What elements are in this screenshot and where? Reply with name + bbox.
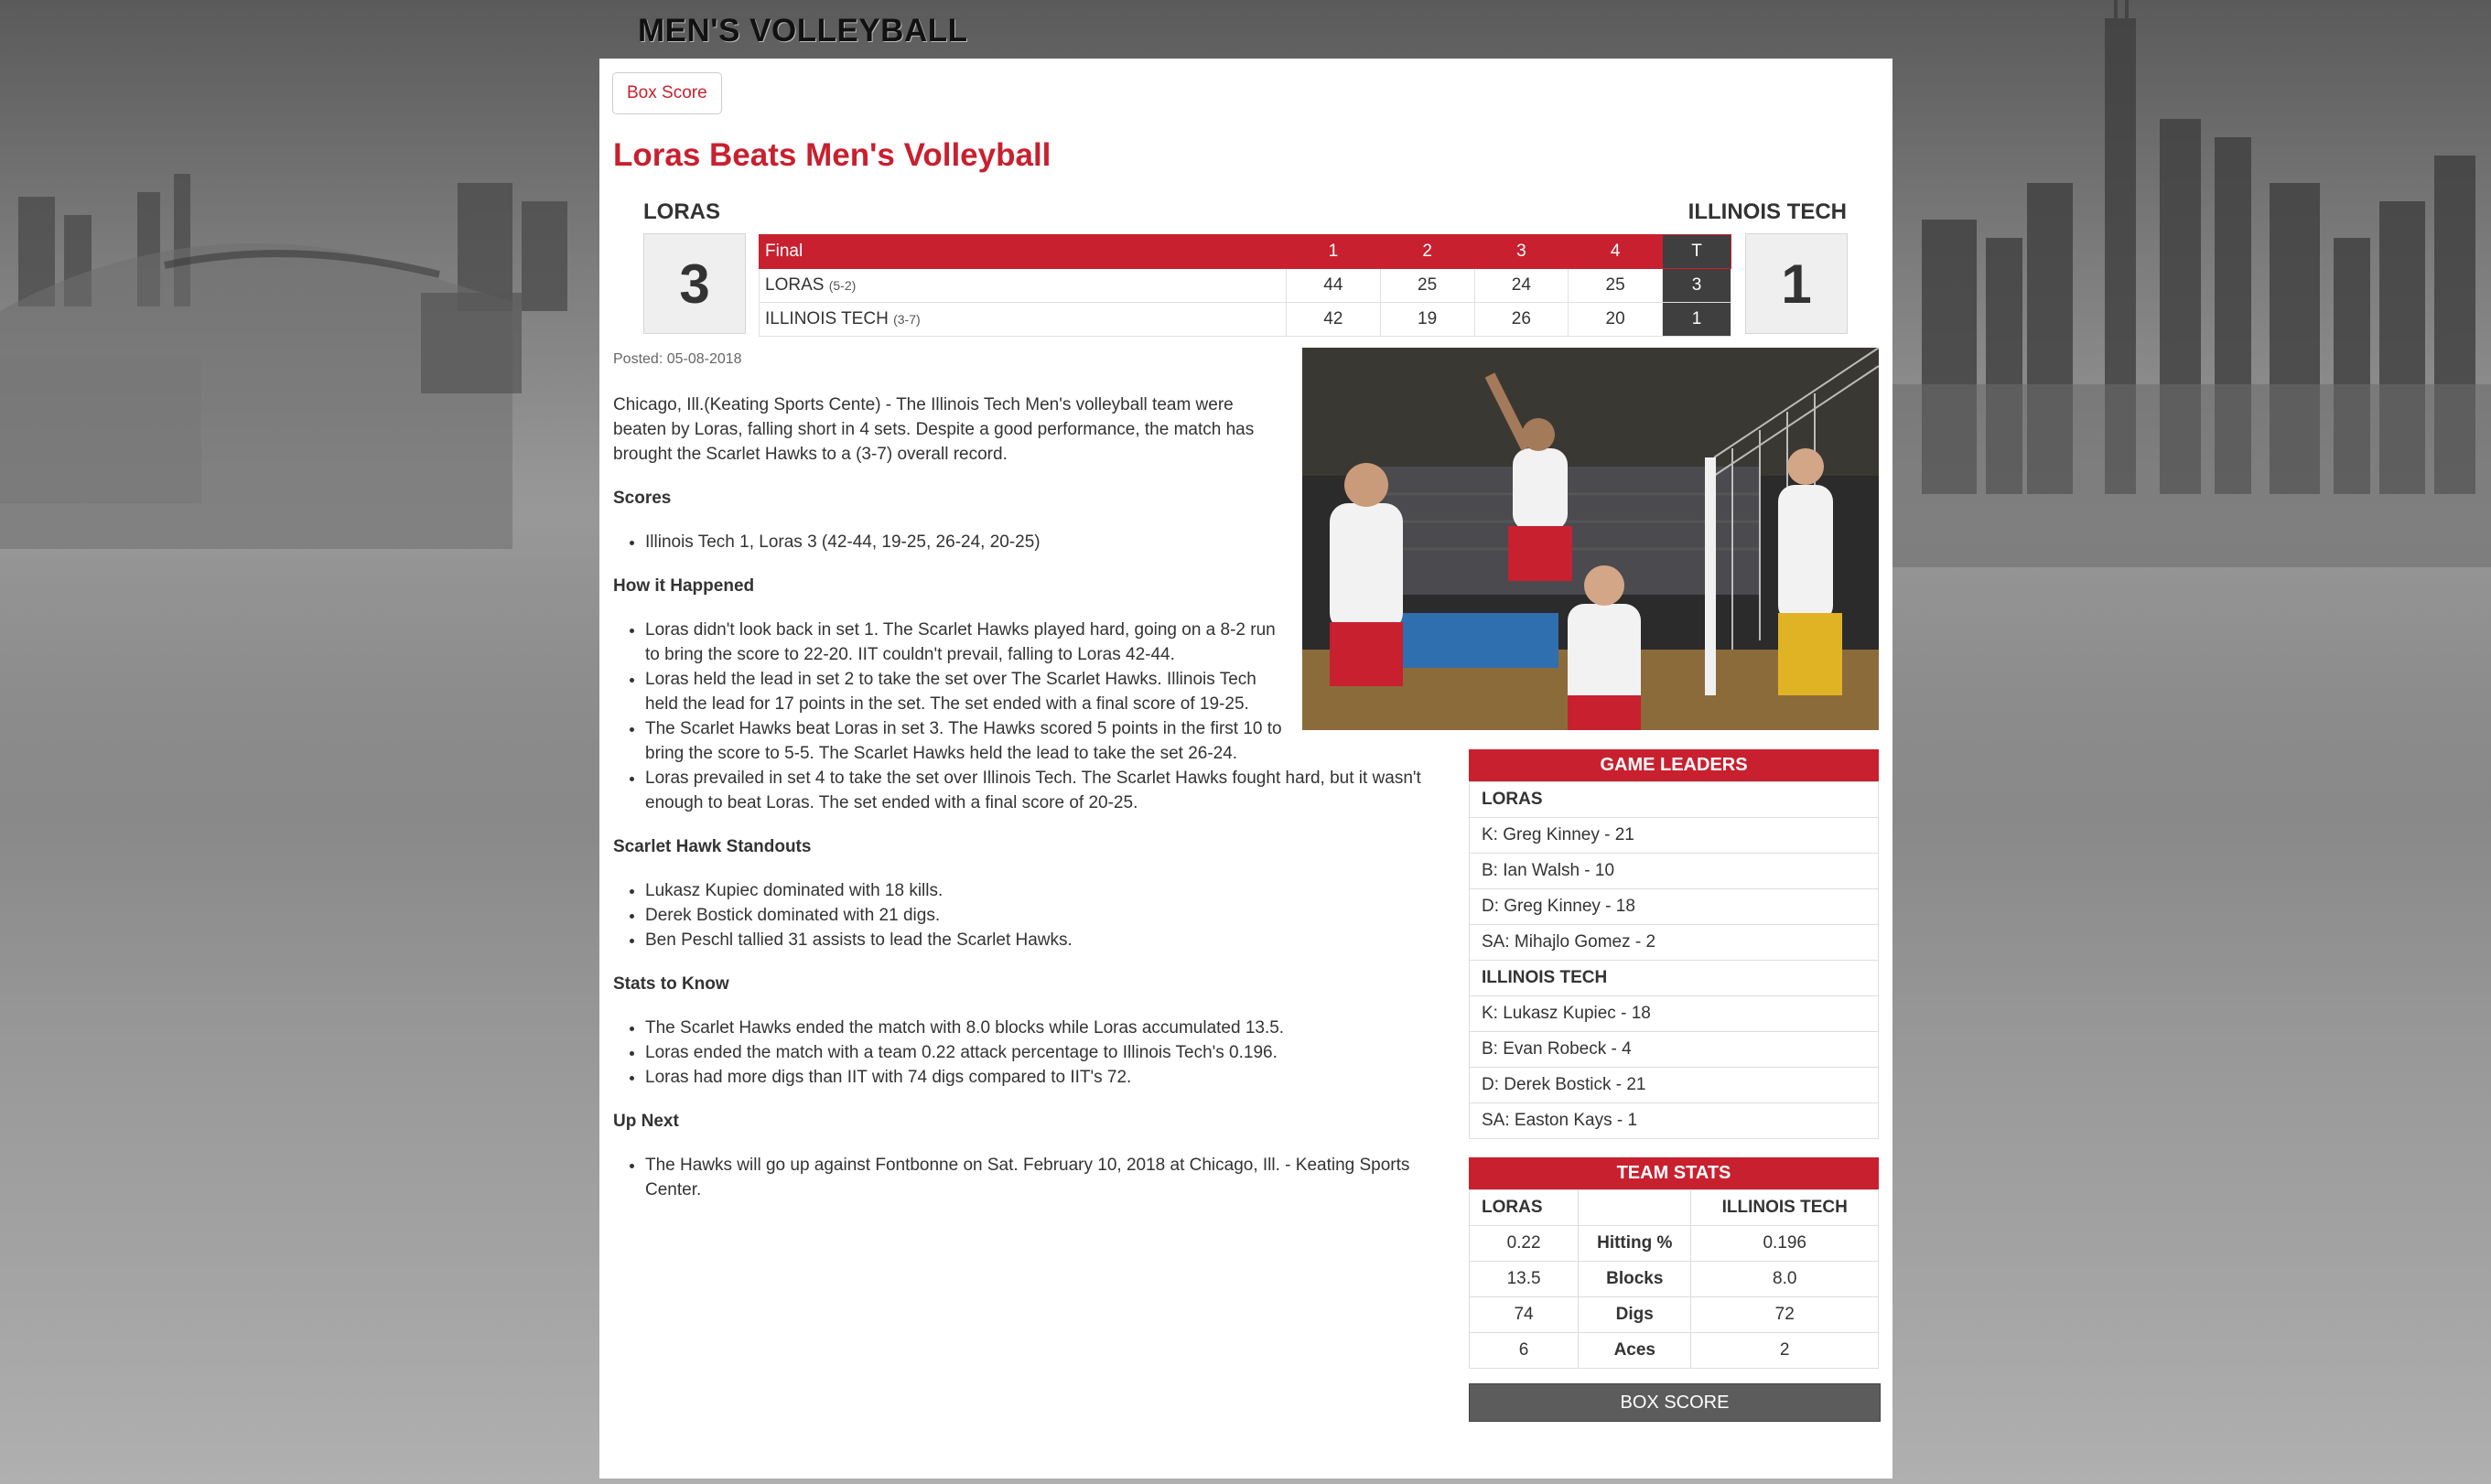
linescore-team-cell: LORAS (5-2) bbox=[759, 268, 1287, 303]
linescore-header-set: 1 bbox=[1286, 234, 1381, 269]
box-score-button[interactable]: BOX SCORE bbox=[1469, 1383, 1881, 1422]
stats-to-know-list: The Scarlet Hawks ended the match with 8… bbox=[613, 1016, 1450, 1090]
linescore-header-set: 4 bbox=[1568, 234, 1663, 269]
list-item: Loras held the lead in set 2 to take the… bbox=[645, 667, 1286, 716]
list-item: Derek Bostick dominated with 21 digs. bbox=[645, 903, 1450, 928]
linescore-header-final: Final bbox=[759, 234, 1287, 269]
game-leaders-title: GAME LEADERS bbox=[1469, 749, 1879, 781]
team-stats-card: TEAM STATS LORAS ILLINOIS TECH 0.22 Hitt… bbox=[1468, 1157, 1879, 1369]
list-item: Lukasz Kupiec dominated with 18 kills. bbox=[645, 878, 1450, 903]
leader-entry: B: Evan Robeck - 4 bbox=[1469, 1031, 1879, 1068]
stats-home-team: ILLINOIS TECH bbox=[1690, 1189, 1879, 1226]
set-score: 24 bbox=[1473, 268, 1569, 303]
home-team-name: ILLINOIS TECH bbox=[1688, 199, 1847, 224]
section-title-standouts: Scarlet Hawk Standouts bbox=[613, 837, 812, 856]
section-title-how-it-happened: How it Happened bbox=[613, 576, 755, 596]
table-row: 0.22 Hitting % 0.196 bbox=[1468, 1225, 1879, 1262]
total-sets: 3 bbox=[1662, 268, 1731, 303]
list-item: The Scarlet Hawks ended the match with 8… bbox=[645, 1016, 1450, 1040]
stat-home-value: 72 bbox=[1690, 1296, 1879, 1333]
stats-away-team: LORAS bbox=[1468, 1189, 1580, 1226]
team-record: (3-7) bbox=[893, 312, 921, 327]
stat-label: Blocks bbox=[1578, 1261, 1692, 1297]
stat-away-value: 74 bbox=[1468, 1296, 1580, 1333]
section-title-up-next: Up Next bbox=[613, 1112, 679, 1131]
set-score: 44 bbox=[1286, 268, 1381, 303]
list-item: Loras ended the match with a team 0.22 a… bbox=[645, 1040, 1450, 1065]
stats-label-empty bbox=[1578, 1189, 1692, 1226]
linescore-header-set: 3 bbox=[1473, 234, 1569, 269]
table-row: 6 Aces 2 bbox=[1468, 1332, 1879, 1369]
home-team-score: 1 bbox=[1745, 233, 1848, 334]
game-recap-panel: Box Score Loras Beats Men's Volleyball L… bbox=[599, 59, 1893, 1479]
section-title-stats-to-know: Stats to Know bbox=[613, 974, 729, 994]
linescore-row-away: LORAS (5-2) 44 25 24 25 3 bbox=[759, 268, 1731, 303]
leader-entry: K: Lukasz Kupiec - 18 bbox=[1469, 995, 1879, 1032]
list-item: The Hawks will go up against Fontbonne o… bbox=[645, 1153, 1450, 1202]
article-intro: Chicago, Ill.(Keating Sports Cente) - Th… bbox=[613, 395, 1255, 464]
game-leaders-table: LORAS K: Greg Kinney - 21 B: Ian Walsh -… bbox=[1469, 781, 1879, 1139]
leader-entry: D: Greg Kinney - 18 bbox=[1469, 888, 1879, 925]
list-item: Loras prevailed in set 4 to take the set… bbox=[645, 766, 1450, 815]
linescore-table: Final 1 2 3 4 T LORAS (5-2) 44 25 24 25 … bbox=[759, 234, 1731, 337]
how-it-happened-list: Loras didn't look back in set 1. The Sca… bbox=[613, 618, 1450, 815]
stat-home-value: 0.196 bbox=[1690, 1225, 1879, 1262]
leaders-team-heading: ILLINOIS TECH bbox=[1469, 960, 1879, 996]
linescore-row-home: ILLINOIS TECH (3-7) 42 19 26 20 1 bbox=[759, 302, 1731, 337]
leaders-team-heading: LORAS bbox=[1469, 781, 1879, 818]
team-record: (5-2) bbox=[828, 278, 857, 293]
stat-home-value: 8.0 bbox=[1690, 1261, 1879, 1297]
linescore-header-row: Final 1 2 3 4 T bbox=[759, 234, 1731, 269]
stat-away-value: 13.5 bbox=[1468, 1261, 1580, 1297]
set-score: 42 bbox=[1286, 302, 1381, 337]
leader-entry: SA: Easton Kays - 1 bbox=[1469, 1102, 1879, 1139]
site-title: MEN'S VOLLEYBALL bbox=[638, 13, 968, 48]
stat-label: Digs bbox=[1578, 1296, 1692, 1333]
section-title-scores: Scores bbox=[613, 489, 672, 508]
list-item: Loras didn't look back in set 1. The Sca… bbox=[645, 618, 1286, 667]
team-stats-title: TEAM STATS bbox=[1469, 1157, 1879, 1189]
leader-entry: D: Derek Bostick - 21 bbox=[1469, 1067, 1879, 1103]
standouts-list: Lukasz Kupiec dominated with 18 kills. D… bbox=[613, 878, 1450, 952]
set-score: 26 bbox=[1473, 302, 1569, 337]
linescore-team-name: ILLINOIS TECH bbox=[765, 309, 889, 328]
scores-list: Illinois Tech 1, Loras 3 (42-44, 19-25, … bbox=[613, 530, 1450, 554]
set-score: 20 bbox=[1568, 302, 1663, 337]
linescore-team-cell: ILLINOIS TECH (3-7) bbox=[759, 302, 1287, 337]
leader-entry: B: Ian Walsh - 10 bbox=[1469, 853, 1879, 889]
linescore-team-name: LORAS bbox=[765, 275, 825, 295]
stat-away-value: 6 bbox=[1468, 1332, 1580, 1369]
set-score: 25 bbox=[1379, 268, 1475, 303]
game-leaders-card: GAME LEADERS LORAS K: Greg Kinney - 21 B… bbox=[1469, 749, 1879, 1139]
team-stats-table: LORAS ILLINOIS TECH 0.22 Hitting % 0.196… bbox=[1468, 1189, 1879, 1369]
total-sets: 1 bbox=[1662, 302, 1731, 337]
stat-home-value: 2 bbox=[1690, 1332, 1879, 1369]
list-item: Ben Peschl tallied 31 assists to lead th… bbox=[645, 928, 1450, 952]
linescore-header-total: T bbox=[1662, 234, 1731, 269]
linescore-header-set: 2 bbox=[1379, 234, 1475, 269]
away-team-name: LORAS bbox=[643, 199, 720, 224]
away-team-score: 3 bbox=[643, 233, 746, 334]
table-row: 13.5 Blocks 8.0 bbox=[1468, 1261, 1879, 1297]
stat-away-value: 0.22 bbox=[1468, 1225, 1580, 1262]
table-row: 74 Digs 72 bbox=[1468, 1296, 1879, 1333]
stat-label: Aces bbox=[1578, 1332, 1692, 1369]
set-score: 25 bbox=[1568, 268, 1663, 303]
leader-entry: K: Greg Kinney - 21 bbox=[1469, 817, 1879, 854]
up-next-list: The Hawks will go up against Fontbonne o… bbox=[613, 1153, 1450, 1202]
box-score-tab[interactable]: Box Score bbox=[612, 72, 722, 114]
stat-label: Hitting % bbox=[1578, 1225, 1692, 1262]
article-body: Chicago, Ill.(Keating Sports Cente) - Th… bbox=[613, 393, 1450, 1221]
list-item: Illinois Tech 1, Loras 3 (42-44, 19-25, … bbox=[645, 530, 1450, 554]
posted-date: Posted: 05-08-2018 bbox=[613, 351, 742, 367]
headline: Loras Beats Men's Volleyball bbox=[613, 137, 1051, 173]
list-item: The Scarlet Hawks beat Loras in set 3. T… bbox=[645, 716, 1286, 766]
leader-entry: SA: Mihajlo Gomez - 2 bbox=[1469, 924, 1879, 961]
set-score: 19 bbox=[1379, 302, 1475, 337]
list-item: Loras had more digs than IIT with 74 dig… bbox=[645, 1065, 1450, 1090]
